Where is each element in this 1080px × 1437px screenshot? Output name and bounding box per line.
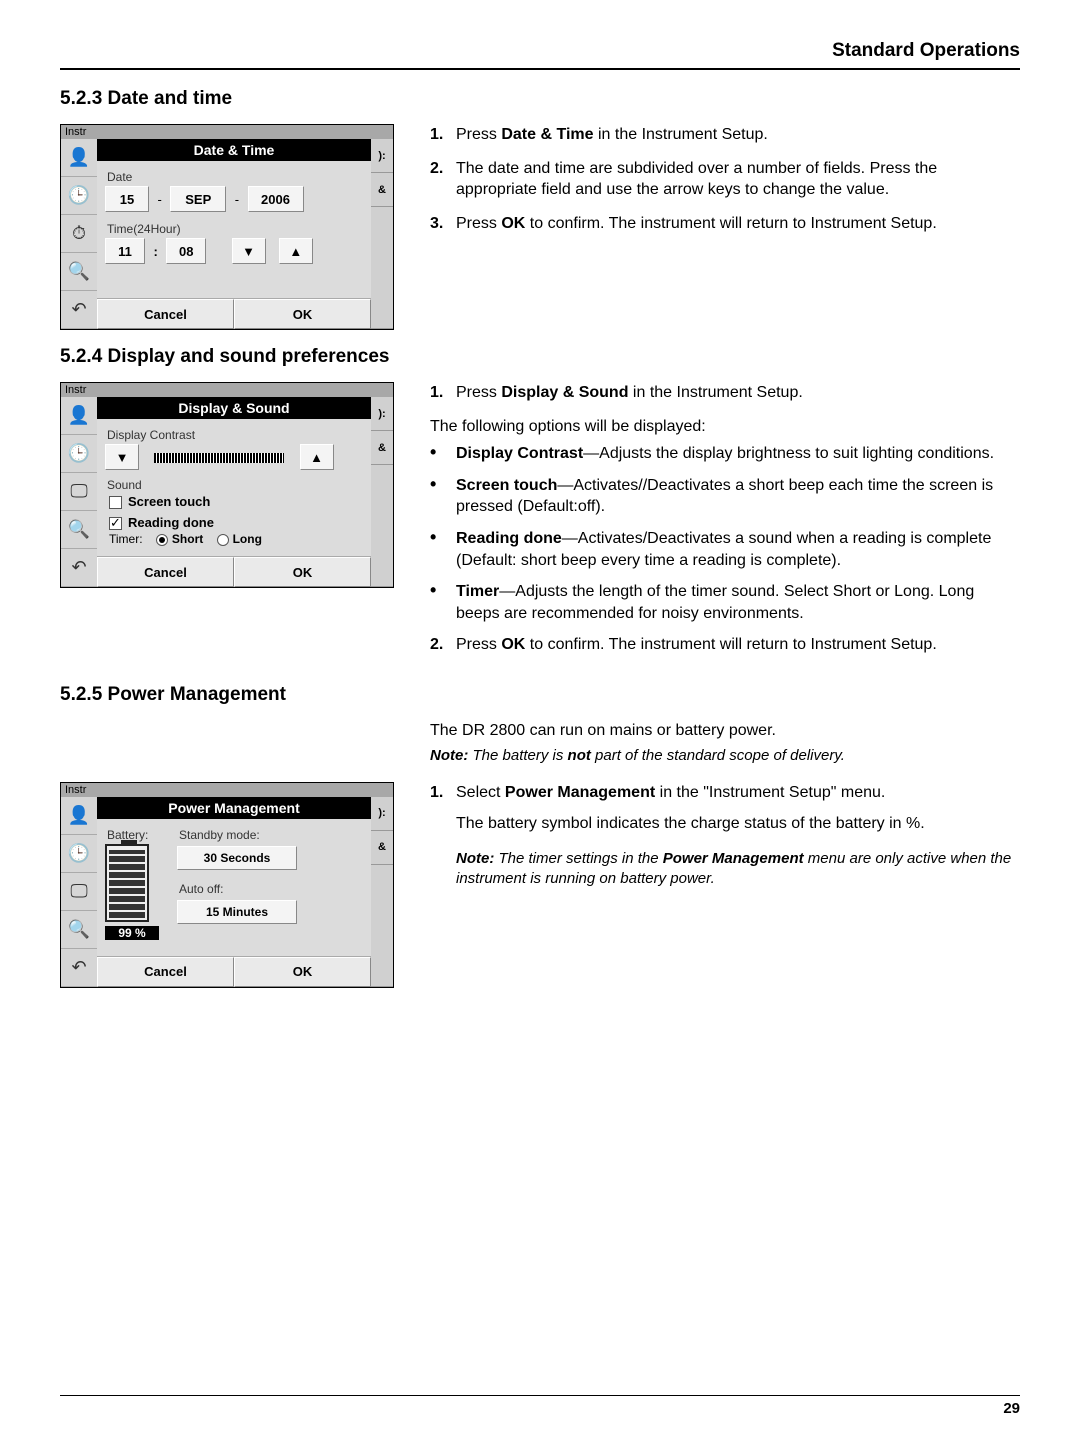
- operator-icon[interactable]: 👤: [61, 397, 97, 435]
- chevron-up-icon: [310, 450, 323, 465]
- contrast-label: Display Contrast: [107, 428, 363, 442]
- battery-icon: [105, 844, 149, 922]
- cancel-button[interactable]: Cancel: [97, 957, 234, 987]
- right-tab-strip: ): &: [371, 139, 393, 329]
- timer-long-radio[interactable]: [217, 534, 229, 546]
- timer-label: Timer:: [109, 532, 143, 546]
- cancel-button[interactable]: Cancel: [97, 557, 234, 587]
- section-heading-display-sound: 5.2.4 Display and sound preferences: [60, 346, 1020, 368]
- sound-label: Sound: [107, 478, 363, 492]
- ok-button[interactable]: OK: [234, 557, 371, 587]
- back-icon[interactable]: ↶: [61, 291, 97, 329]
- power-note: Note: The battery is not part of the sta…: [430, 746, 1020, 766]
- step-item: 1.Press Display & Sound in the Instrumen…: [430, 382, 1020, 404]
- dialog-title: Power Management: [97, 797, 371, 819]
- dialog-strip: Instr: [61, 383, 393, 397]
- battery-status-para: The battery symbol indicates the charge …: [456, 815, 925, 832]
- standby-button[interactable]: 30 Seconds: [177, 846, 297, 870]
- dialog-sidebar: 👤 🕒 🖵 🔍 ↶: [61, 397, 97, 587]
- step-item: 3.Press OK to confirm. The instrument wi…: [430, 213, 1020, 235]
- display-icon[interactable]: 🖵: [61, 873, 97, 911]
- clock-icon[interactable]: 🕒: [61, 835, 97, 873]
- back-icon[interactable]: ↶: [61, 949, 97, 987]
- chevron-down-icon: [242, 244, 255, 259]
- option-item: Screen touch—Activates//Deactivates a sh…: [430, 475, 1020, 518]
- date-year-field[interactable]: 2006: [248, 186, 304, 212]
- search-icon[interactable]: 🔍: [61, 253, 97, 291]
- battery-percent: 99 %: [105, 926, 159, 940]
- screenshot-display-sound: Instr 👤 🕒 🖵 🔍 ↶ Display & Sound Display …: [60, 382, 394, 588]
- dialog-title: Display & Sound: [97, 397, 371, 419]
- step-item: 2.Press OK to confirm. The instrument wi…: [430, 634, 1020, 656]
- contrast-down-button[interactable]: [105, 444, 139, 470]
- display-icon[interactable]: 🖵: [61, 473, 97, 511]
- standby-label: Standby mode:: [179, 828, 297, 842]
- search-icon[interactable]: 🔍: [61, 511, 97, 549]
- back-icon[interactable]: ↶: [61, 549, 97, 587]
- options-lead: The following options will be displayed:: [430, 416, 1020, 438]
- time-label: Time(24Hour): [107, 222, 363, 236]
- reading-done-checkbox[interactable]: [109, 517, 122, 530]
- dialog-title: Date & Time: [97, 139, 371, 161]
- arrow-up-button[interactable]: [279, 238, 313, 264]
- operator-icon[interactable]: 👤: [61, 797, 97, 835]
- contrast-bar: [154, 453, 284, 463]
- operator-icon[interactable]: 👤: [61, 139, 97, 177]
- dialog-sidebar: 👤 🕒 🖵 🔍 ↶: [61, 797, 97, 987]
- screen-touch-checkbox[interactable]: [109, 496, 122, 509]
- right-tab-top[interactable]: ):: [371, 397, 393, 431]
- power-intro: The DR 2800 can run on mains or battery …: [430, 720, 1020, 742]
- dialog-sidebar: 👤 🕒 ⏱ 🔍 ↶: [61, 139, 97, 329]
- option-item: Timer—Adjusts the length of the timer so…: [430, 581, 1020, 624]
- right-tab-top[interactable]: ):: [371, 797, 393, 831]
- screen-touch-label: Screen touch: [128, 494, 210, 509]
- time-mm-field[interactable]: 08: [166, 238, 206, 264]
- reading-done-label: Reading done: [128, 515, 214, 530]
- right-tab-amp[interactable]: &: [371, 431, 393, 465]
- date-day-field[interactable]: 15: [105, 186, 149, 212]
- arrow-down-button[interactable]: [232, 238, 266, 264]
- dialog-strip: Instr: [61, 783, 393, 797]
- contrast-up-button[interactable]: [300, 444, 334, 470]
- section-heading-date-time: 5.2.3 Date and time: [60, 88, 1020, 110]
- section-heading-power: 5.2.5 Power Management: [60, 684, 1020, 706]
- screenshot-date-time: Instr 👤 🕒 ⏱ 🔍 ↶ Date & Time Date 15: [60, 124, 394, 330]
- right-tab-strip: ): &: [371, 397, 393, 587]
- cancel-button[interactable]: Cancel: [97, 299, 234, 329]
- step-item: 1.Press Date & Time in the Instrument Se…: [430, 124, 1020, 146]
- right-tab-amp[interactable]: &: [371, 831, 393, 865]
- right-tab-amp[interactable]: &: [371, 173, 393, 207]
- power-note-2: Note: The timer settings in the Power Ma…: [456, 849, 1020, 890]
- autooff-label: Auto off:: [179, 882, 297, 896]
- clock-icon[interactable]: 🕒: [61, 435, 97, 473]
- timer-icon[interactable]: ⏱: [61, 215, 97, 253]
- date-month-field[interactable]: SEP: [170, 186, 226, 212]
- time-hh-field[interactable]: 11: [105, 238, 145, 264]
- right-tab-top[interactable]: ):: [371, 139, 393, 173]
- autooff-button[interactable]: 15 Minutes: [177, 900, 297, 924]
- chevron-up-icon: [289, 244, 302, 259]
- date-label: Date: [107, 170, 363, 184]
- chevron-down-icon: [116, 450, 129, 465]
- search-icon[interactable]: 🔍: [61, 911, 97, 949]
- option-item: Reading done—Activates/Deactivates a sou…: [430, 528, 1020, 571]
- ok-button[interactable]: OK: [234, 299, 371, 329]
- ok-button[interactable]: OK: [234, 957, 371, 987]
- option-item: Display Contrast—Adjusts the display bri…: [430, 443, 1020, 465]
- clock-icon[interactable]: 🕒: [61, 177, 97, 215]
- page-footer: 29: [60, 1395, 1020, 1417]
- dialog-strip: Instr: [61, 125, 393, 139]
- screenshot-power: Instr 👤 🕒 🖵 🔍 ↶ Power Management Battery…: [60, 782, 394, 988]
- page-header: Standard Operations: [60, 40, 1020, 70]
- timer-short-radio[interactable]: [156, 534, 168, 546]
- step-item: 2.The date and time are subdivided over …: [430, 158, 1020, 201]
- right-tab-strip: ): &: [371, 797, 393, 987]
- step-item: 1. Select Power Management in the "Instr…: [430, 782, 1020, 898]
